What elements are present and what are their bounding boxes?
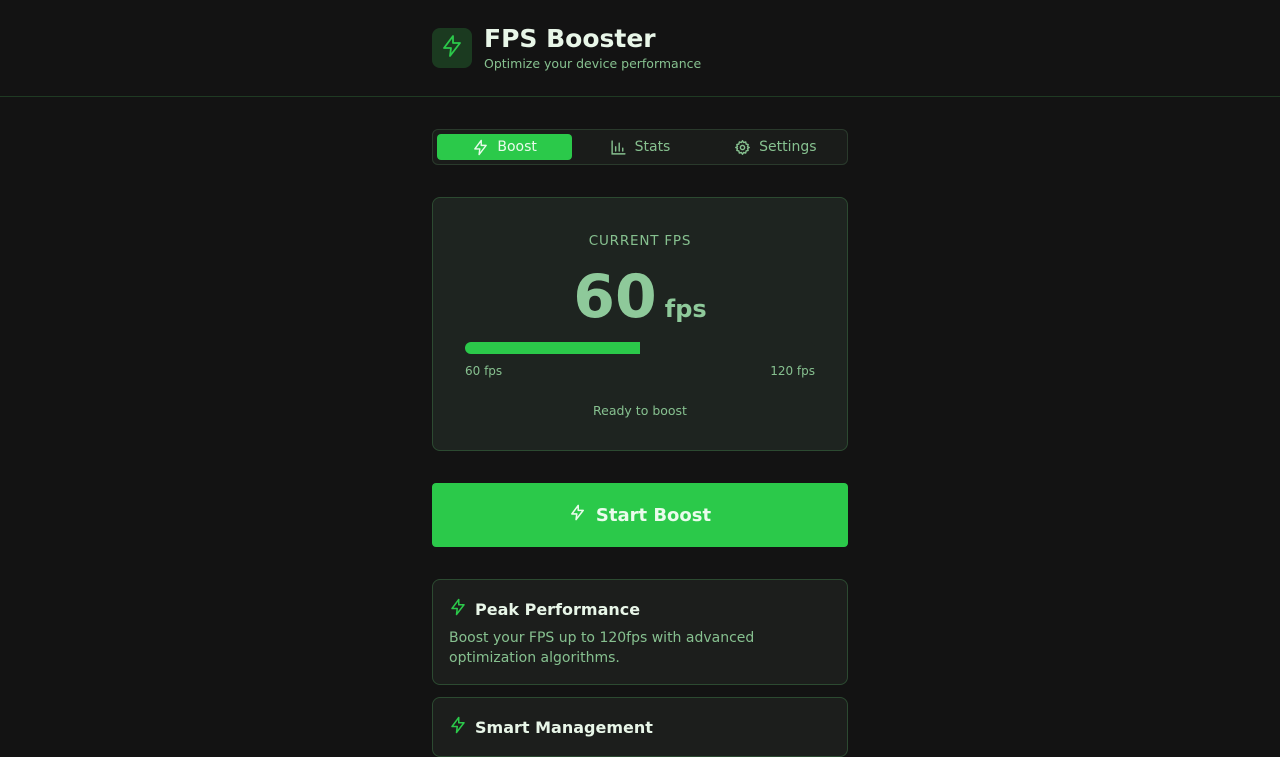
lightning-icon — [569, 504, 586, 526]
feature-title: Peak Performance — [449, 598, 640, 621]
tab-boost-label: Boost — [497, 139, 537, 155]
fps-card: CURRENT FPS 60 fps 60 fps 120 fps Ready … — [432, 197, 848, 451]
feature-title: Smart Management — [449, 716, 653, 739]
lightning-icon — [449, 716, 467, 739]
feature-title-text: Peak Performance — [475, 599, 641, 619]
app-header: FPS Booster Optimize your device perform… — [0, 0, 1280, 97]
fps-progress-fill — [465, 342, 640, 354]
feature-description: Boost your FPS up to 120fps with advance… — [449, 630, 755, 666]
tab-stats[interactable]: Stats — [572, 134, 707, 160]
tab-stats-label: Stats — [634, 139, 671, 155]
lightning-icon — [440, 34, 464, 62]
start-boost-button[interactable]: Start Boost — [432, 483, 848, 547]
lightning-icon — [449, 598, 467, 621]
app-subtitle: Optimize your device performance — [484, 56, 702, 71]
tab-settings-label: Settings — [759, 139, 817, 155]
tab-settings[interactable]: Settings — [708, 134, 843, 160]
fps-readout: 60 fps — [433, 262, 847, 332]
feature-card-smart-management: Smart Management — [432, 697, 848, 757]
tab-bar: Boost Stats Settings — [432, 129, 848, 165]
boost-status: Ready to boost — [593, 403, 687, 418]
feature-card-peak-performance: Peak Performance Boost your FPS up to 12… — [432, 579, 848, 685]
fps-caption: CURRENT FPS — [588, 233, 692, 249]
range-min-label: 60 fps — [465, 364, 503, 378]
fps-value: 60 — [573, 262, 657, 332]
logo — [432, 28, 472, 68]
lightning-icon — [472, 139, 489, 156]
fps-unit: fps — [664, 295, 707, 323]
start-boost-label: Start Boost — [595, 504, 712, 526]
fps-progress-bar — [465, 342, 815, 354]
tab-boost[interactable]: Boost — [437, 134, 573, 160]
bar-chart-icon — [610, 139, 627, 156]
range-max-label: 120 fps — [770, 364, 815, 378]
app-title: FPS Booster — [484, 24, 656, 53]
feature-title-text: Smart Management — [475, 717, 653, 737]
gear-icon — [734, 139, 751, 156]
